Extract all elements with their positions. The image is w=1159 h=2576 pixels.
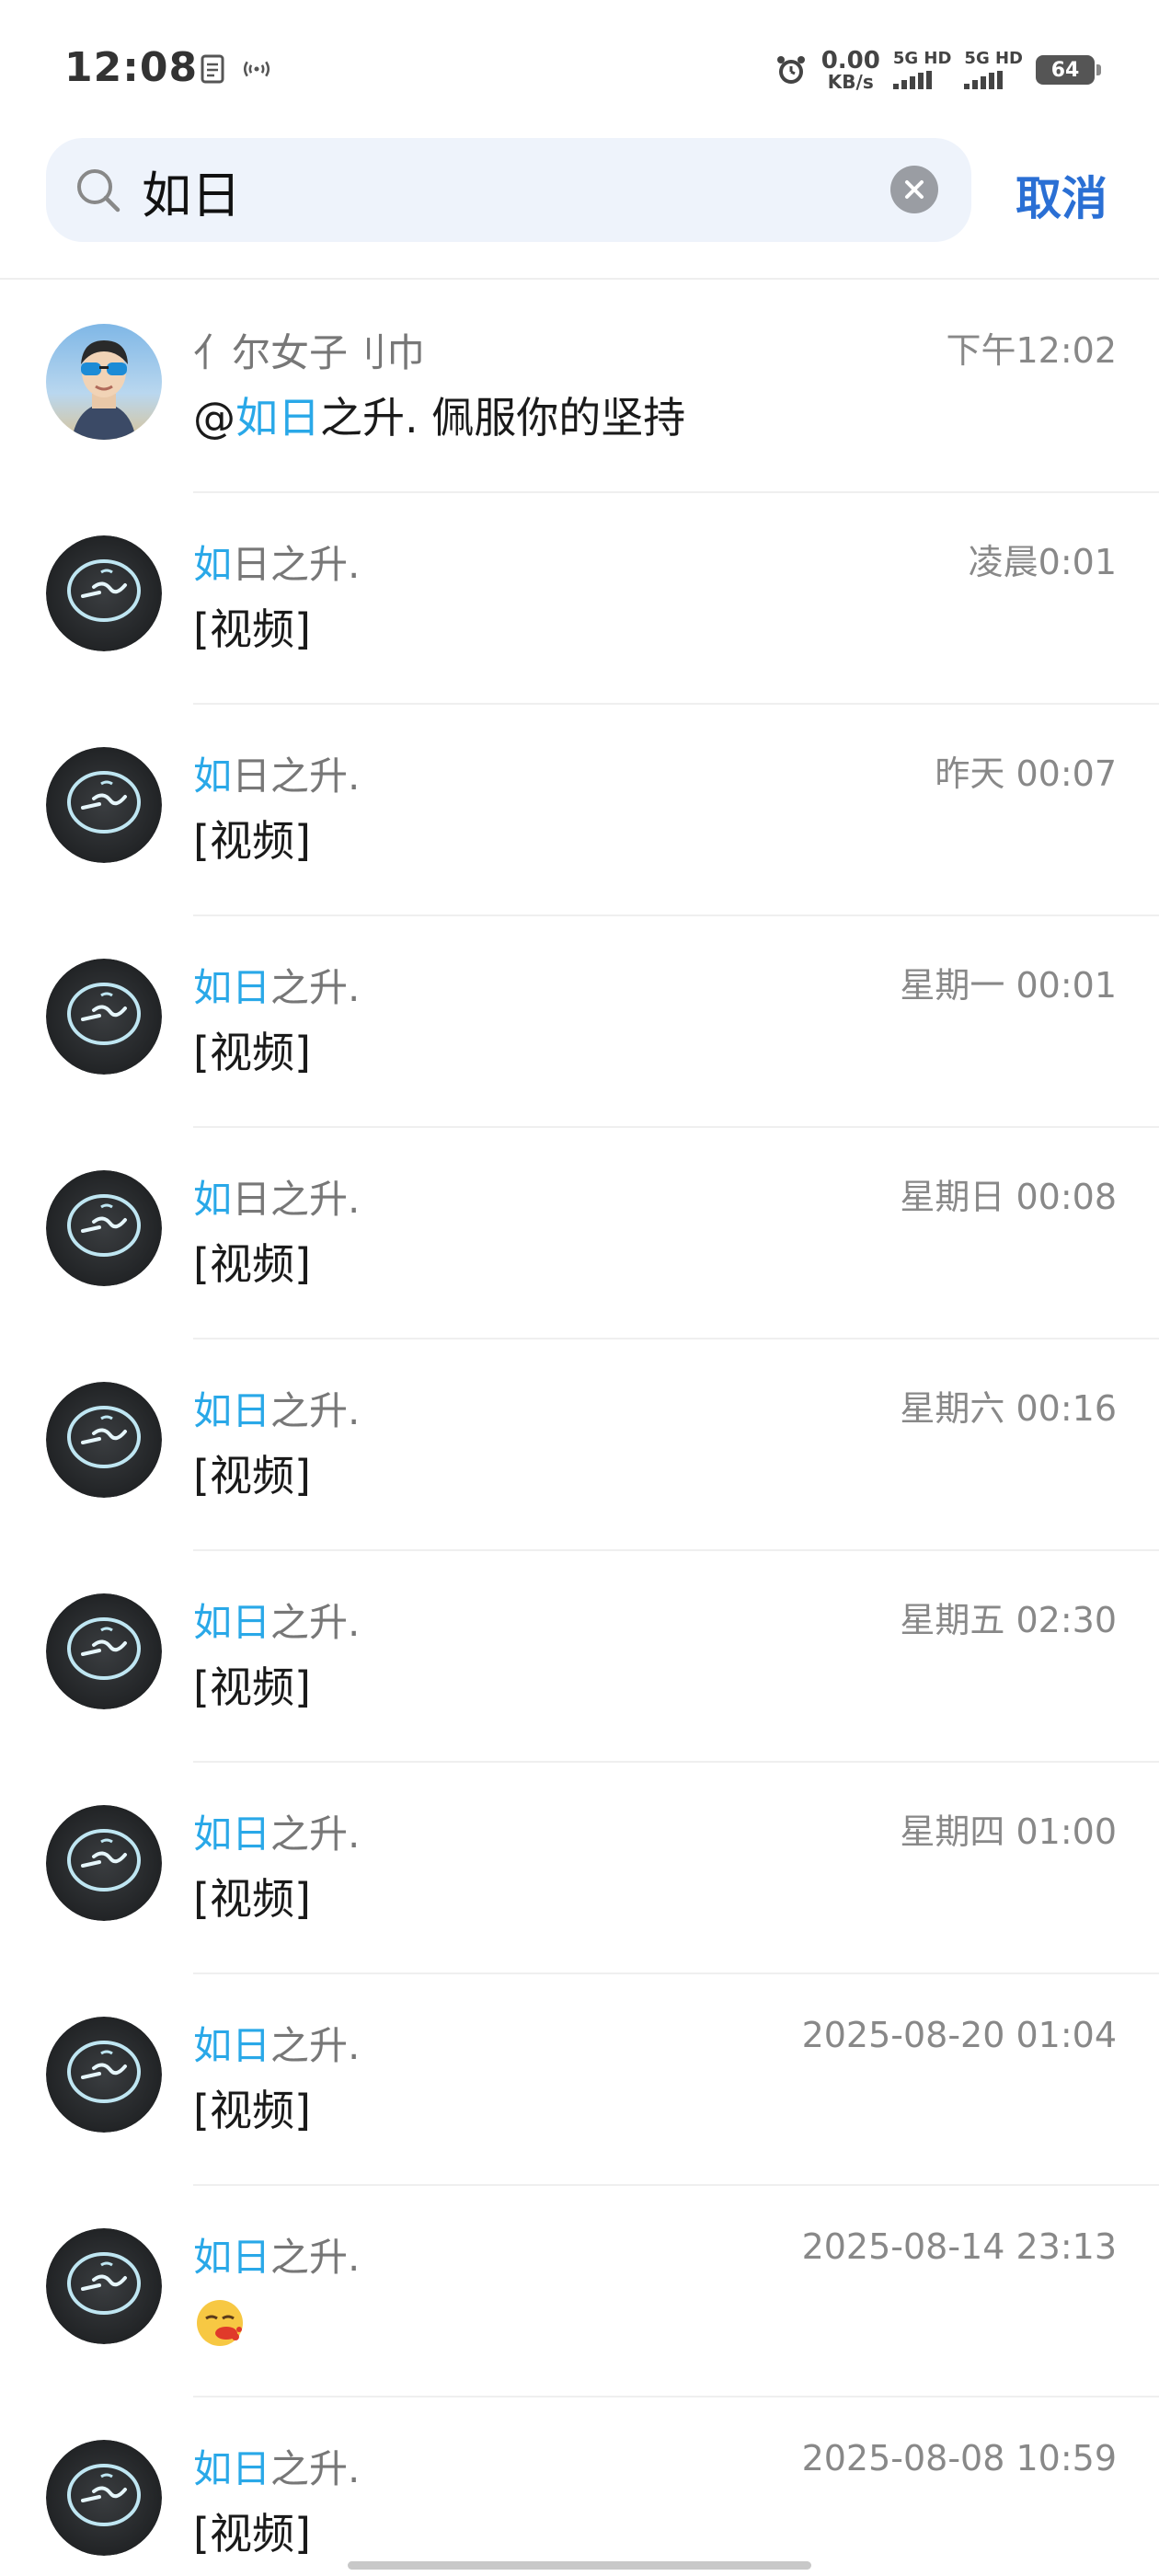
message-time: 凌晨0:01 (968, 542, 1117, 582)
list-item[interactable]: 如日之升. 2025-08-08 10:59 [视频] (0, 2398, 1159, 2576)
logo-icon (46, 535, 162, 651)
message-preview: [视频] (193, 1028, 311, 1077)
avatar[interactable] (46, 1805, 162, 1921)
list-item[interactable]: 如日之升. 2025-08-20 01:04 [视频] (0, 1974, 1159, 2186)
logo-icon (46, 2017, 162, 2133)
avatar[interactable] (46, 959, 162, 1075)
status-bar: 12:08 0.00 KB/s 5G HD 5G HD 64 (0, 0, 1159, 138)
divider (0, 278, 1159, 280)
message-time: 2025-08-20 01:04 (801, 2015, 1117, 2055)
status-right-group: 0.00 KB/s 5G HD 5G HD 64 (774, 47, 1101, 93)
contact-name: 如日之升. (193, 965, 361, 1010)
signal-bars-icon (892, 71, 932, 89)
message-preview: [视频] (193, 816, 311, 866)
message-time: 星期四 01:00 (900, 1811, 1117, 1852)
message-time: 昨天 00:07 (935, 753, 1117, 794)
contact-name: 如日之升. (193, 1811, 361, 1857)
close-icon (905, 180, 924, 199)
cancel-button[interactable]: 取消 (1016, 162, 1107, 228)
list-item[interactable]: 如日之升. 凌晨0:01 [视频] (0, 493, 1159, 705)
list-item[interactable]: 亻尔女子刂巾 下午12:02 @如日之升. 佩服你的坚持 (0, 282, 1159, 493)
list-item[interactable]: 如日之升. 星期六 00:16 [视频] (0, 1340, 1159, 1551)
list-item[interactable]: 如日之升. 星期四 01:00 [视频] (0, 1763, 1159, 1974)
message-time: 星期日 00:08 (900, 1177, 1117, 1217)
message-preview: [视频] (193, 1874, 311, 1924)
list-item[interactable]: 如日之升. 2025-08-14 23:13 (0, 2186, 1159, 2398)
contact-name: 如日之升. (193, 1600, 361, 1645)
avatar[interactable] (46, 2017, 162, 2133)
message-preview: [视频] (193, 604, 311, 654)
list-item[interactable]: 如日之升. 昨天 00:07 [视频] (0, 705, 1159, 916)
logo-icon (46, 1170, 162, 1286)
logo-icon (46, 1805, 162, 1921)
message-time: 2025-08-14 23:13 (801, 2226, 1117, 2267)
contact-name: 如日之升. (193, 1388, 361, 1433)
match-highlight: 如 (193, 542, 233, 587)
logo-icon (46, 747, 162, 863)
document-icon (201, 54, 224, 84)
sim2-signal: 5G HD (964, 51, 1023, 89)
match-highlight: 如日 (193, 1600, 271, 1645)
avatar[interactable] (46, 747, 162, 863)
contact-name: 如日之升. (193, 1177, 361, 1222)
match-highlight: 如日 (235, 393, 320, 443)
contact-name: 如日之升. (193, 2235, 361, 2280)
avatar[interactable] (46, 2440, 162, 2556)
message-preview: @如日之升. 佩服你的坚持 (193, 393, 686, 443)
battery-indicator: 64 (1036, 55, 1101, 85)
list-item[interactable]: 如日之升. 星期日 00:08 [视频] (0, 1128, 1159, 1340)
contact-name: 如日之升. (193, 2446, 361, 2491)
contact-name: 如日之升. (193, 2023, 361, 2068)
sim1-signal: 5G HD (892, 51, 951, 89)
logo-icon (46, 2440, 162, 2556)
logo-icon (46, 1382, 162, 1498)
message-preview: [视频] (193, 1239, 311, 1289)
contact-name: 如日之升. (193, 542, 361, 587)
message-time: 星期五 02:30 (900, 1600, 1117, 1640)
message-preview: [视频] (193, 2086, 311, 2135)
logo-icon (46, 959, 162, 1075)
logo-icon (46, 1593, 162, 1709)
list-item[interactable]: 如日之升. 星期一 00:01 [视频] (0, 916, 1159, 1128)
search-input[interactable] (142, 160, 896, 221)
search-box[interactable] (46, 138, 971, 242)
message-preview: [视频] (193, 1451, 311, 1501)
avatar[interactable] (46, 1382, 162, 1498)
home-indicator[interactable] (348, 2561, 811, 2570)
match-highlight: 如 (193, 1177, 233, 1222)
list-item[interactable]: 如日之升. 星期五 02:30 [视频] (0, 1551, 1159, 1763)
message-preview: [视频] (193, 2509, 311, 2559)
match-highlight: 如日 (193, 2446, 271, 2491)
message-time: 下午12:02 (946, 330, 1117, 371)
match-highlight: 如日 (193, 2235, 271, 2280)
message-time: 星期一 00:01 (900, 965, 1117, 1006)
logo-icon (46, 2228, 162, 2344)
alarm-icon (776, 56, 805, 84)
avatar[interactable] (46, 1170, 162, 1286)
message-time: 2025-08-08 10:59 (801, 2438, 1117, 2478)
status-time: 12:08 (64, 44, 199, 91)
avatar[interactable] (46, 1593, 162, 1709)
match-highlight: 如 (193, 753, 233, 799)
avatar[interactable] (46, 2228, 162, 2344)
sick-emoji-icon (193, 2296, 247, 2353)
message-time: 星期六 00:16 (900, 1388, 1117, 1429)
contact-name: 亻尔女子刂巾 (193, 330, 426, 375)
avatar[interactable] (46, 324, 162, 440)
message-preview: [视频] (193, 1662, 311, 1712)
network-speed: 0.00 KB/s (820, 47, 880, 93)
avatar[interactable] (46, 535, 162, 651)
match-highlight: 如日 (193, 965, 271, 1010)
match-highlight: 如日 (193, 1388, 271, 1433)
hotspot-icon (243, 61, 270, 77)
contact-name: 如日之升. (193, 753, 361, 799)
match-highlight: 如日 (193, 1811, 271, 1857)
search-icon (77, 169, 120, 213)
signal-bars-icon (964, 71, 1004, 89)
match-highlight: 如日 (193, 2023, 271, 2068)
clear-search-button[interactable] (890, 166, 938, 213)
